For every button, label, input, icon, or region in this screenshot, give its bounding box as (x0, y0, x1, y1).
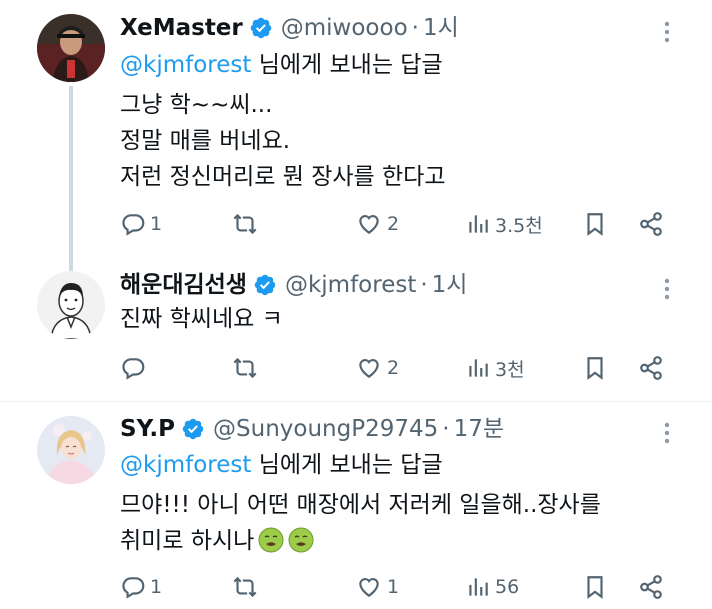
views-chart-icon (469, 215, 488, 233)
timestamp[interactable]: 1시 (423, 13, 459, 43)
like-button[interactable]: 2 (355, 351, 399, 385)
separator-dot: · (411, 15, 419, 41)
views-button[interactable]: 3.5천 (465, 207, 543, 241)
share-icon (640, 356, 662, 380)
tweet-text-line-with-emoji: 취미로 하시나 (120, 523, 601, 559)
reply-button[interactable] (120, 351, 150, 385)
bookmark-button[interactable] (582, 570, 608, 604)
retweet-icon (233, 213, 257, 235)
separator-dot: · (420, 272, 428, 298)
display-name[interactable]: SY.P (120, 414, 175, 444)
reply-suffix: 님에게 보내는 답글 (251, 52, 443, 78)
reply-icon (122, 577, 145, 599)
tweet-text: 므야!!! 아니 어떤 매장에서 저러케 일을해..장사를 취미로 하시나 (120, 487, 601, 559)
retweet-button[interactable] (230, 351, 264, 385)
avatar[interactable] (37, 14, 105, 82)
reply-button[interactable]: 1 (120, 207, 162, 241)
reply-icon (122, 358, 145, 380)
reply-count: 1 (150, 576, 163, 598)
timestamp[interactable]: 17분 (454, 414, 504, 444)
replying-to: @kjmforest 님에게 보내는 답글 (120, 450, 443, 480)
share-icon (640, 212, 662, 236)
tweet-text: 그냥 학~~씨... 정말 매를 버네요. 저런 정신머리로 뭔 장사를 한다고 (120, 87, 445, 195)
reply-suffix: 님에게 보내는 답글 (251, 452, 443, 478)
view-count: 3천 (495, 358, 525, 381)
verified-badge-icon (182, 418, 204, 440)
views-button[interactable]: 3천 (465, 351, 525, 385)
display-name[interactable]: XeMaster (120, 13, 243, 43)
separator-dot: · (442, 416, 450, 442)
reply-count: 1 (150, 213, 163, 235)
retweet-icon (233, 576, 257, 598)
share-button[interactable] (638, 570, 664, 604)
views-chart-icon (469, 578, 488, 596)
tweet-actions: 1 2 3.5천 (120, 207, 680, 241)
views-button[interactable]: 56 (465, 570, 519, 604)
like-count: 2 (387, 213, 400, 235)
share-icon (640, 575, 662, 599)
share-button[interactable] (638, 351, 664, 385)
tweet-text-line: 취미로 하시나 (120, 528, 255, 554)
user-handle[interactable]: @kjmforest (285, 270, 416, 300)
reply-icon (122, 214, 145, 236)
nauseated-face-icon (288, 527, 314, 553)
thread-line (69, 86, 73, 271)
tweet-text: 진짜 학씨네요 ㅋ (120, 301, 283, 337)
tweet-text-line: 정말 매를 버네요. (120, 128, 291, 154)
display-name[interactable]: 해운대김선생 (120, 270, 247, 300)
like-count: 1 (387, 576, 400, 598)
like-count: 2 (387, 357, 400, 379)
user-handle[interactable]: @miwoooo (281, 13, 408, 43)
bookmark-icon (587, 576, 603, 599)
bookmark-icon (587, 213, 603, 236)
retweet-icon (233, 357, 257, 379)
reply-mention-link[interactable]: @kjmforest (120, 452, 251, 478)
heart-icon (359, 215, 379, 234)
reply-mention-link[interactable]: @kjmforest (120, 52, 251, 78)
heart-icon (359, 359, 379, 378)
verified-badge-icon (254, 274, 276, 296)
user-handle[interactable]: @SunyoungP29745 (213, 414, 438, 444)
tweet-text-line: 진짜 학씨네요 ㅋ (120, 306, 283, 332)
avatar[interactable] (37, 271, 105, 339)
timestamp[interactable]: 1시 (432, 270, 468, 300)
replying-to: @kjmforest 님에게 보내는 답글 (120, 50, 443, 80)
tweet-actions: 2 3천 (120, 351, 680, 385)
retweet-button[interactable] (230, 570, 264, 604)
verified-badge-icon (250, 17, 271, 39)
retweet-button[interactable] (230, 207, 264, 241)
more-options-icon[interactable] (660, 277, 674, 301)
more-options-icon[interactable] (660, 421, 674, 445)
bookmark-icon (587, 357, 603, 380)
tweet-actions: 1 1 56 (120, 570, 680, 604)
bookmark-button[interactable] (582, 351, 608, 385)
like-button[interactable]: 1 (355, 570, 399, 604)
share-button[interactable] (638, 207, 664, 241)
avatar[interactable] (37, 416, 105, 484)
view-count: 3.5천 (495, 214, 543, 237)
heart-icon (359, 578, 379, 597)
view-count: 56 (495, 576, 520, 598)
reply-button[interactable]: 1 (120, 570, 162, 604)
more-options-icon[interactable] (660, 20, 674, 44)
nauseated-face-icon (258, 527, 284, 553)
tweet-text-line: 저런 정신머리로 뭔 장사를 한다고 (120, 164, 446, 190)
like-button[interactable]: 2 (355, 207, 399, 241)
tweet-divider (0, 401, 712, 402)
tweet-text-line: 므야!!! 아니 어떤 매장에서 저러케 일을해..장사를 (120, 492, 601, 518)
tweet-text-line: 그냥 학~~씨... (120, 92, 273, 118)
views-chart-icon (469, 359, 488, 377)
bookmark-button[interactable] (582, 207, 608, 241)
